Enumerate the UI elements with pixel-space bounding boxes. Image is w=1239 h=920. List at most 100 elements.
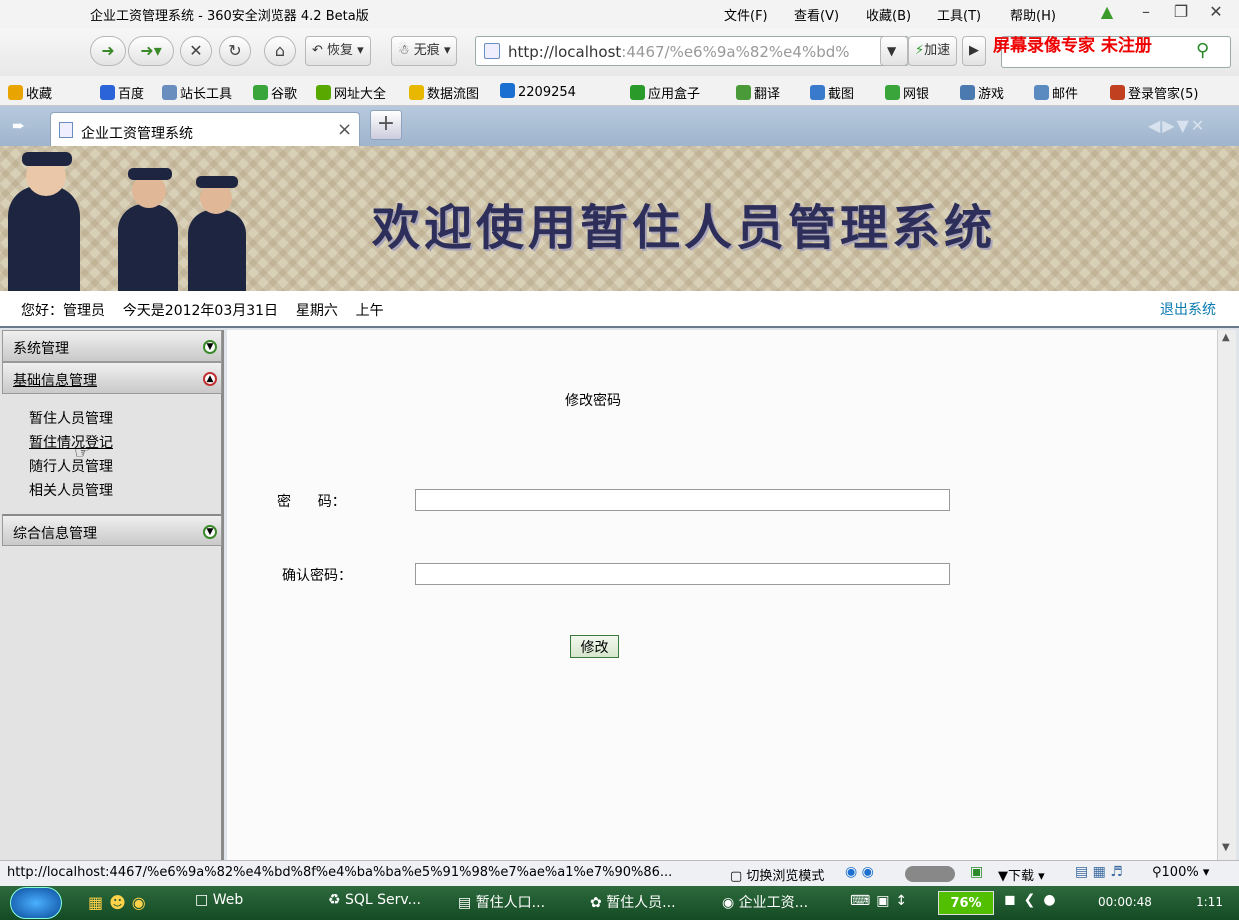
address-bar[interactable]: http://localhost:4467/%e6%9a%82%e4%bd% <box>475 36 909 66</box>
favorite-item[interactable]: 翻译 <box>736 83 780 102</box>
menu-tools[interactable]: 工具(T) <box>937 5 981 24</box>
speedup-button[interactable]: ⚡加速 <box>908 36 958 66</box>
switch-mode-label: 切换浏览模式 <box>746 869 825 884</box>
favorite-item[interactable]: 应用盒子 <box>630 83 700 102</box>
sidebar-item-related-persons[interactable]: 相关人员管理 <box>29 480 113 500</box>
incognito-button[interactable]: ☃ 无痕 ▾ <box>391 36 458 66</box>
play-icon[interactable]: ▶ <box>962 36 986 66</box>
forward-button[interactable]: ➜▾ <box>128 36 174 66</box>
expand-icon[interactable]: ▼ <box>203 525 217 539</box>
tab-title: 企业工资管理系统 <box>81 126 193 142</box>
tray-icons-2[interactable]: ◼❮● <box>1004 892 1064 908</box>
sidebar-toggle-icon[interactable]: ➨ <box>12 116 25 135</box>
back-button[interactable]: ➜ <box>90 36 126 66</box>
close-window-icon[interactable]: ✕ <box>1205 2 1227 22</box>
skin-icon[interactable]: ▲ <box>1096 2 1118 22</box>
section-comprehensive-info-management[interactable]: 综合信息管理 ▼ <box>2 514 222 546</box>
zoom-control[interactable]: ⚲100% ▾ <box>1152 865 1209 880</box>
taskbar-item-browser[interactable]: ◉ 企业工资... <box>722 892 808 916</box>
main-content: 修改密码 密 码： 确认密码： 修改 <box>227 330 1217 860</box>
favorite-item[interactable]: 游戏 <box>960 83 1004 102</box>
start-button[interactable] <box>10 887 62 919</box>
quicklaunch-icons[interactable]: ▦☻◉ <box>88 893 152 912</box>
speedup-label: 加速 <box>924 43 951 58</box>
box-icon <box>630 85 645 100</box>
taskbar-item-word-doc[interactable]: ▤ 暂住人口... <box>458 892 545 916</box>
favorite-item[interactable]: 2209254 <box>500 83 576 100</box>
favorite-item[interactable]: 谷歌 <box>253 83 297 102</box>
address-url: http://localhost:4467/%e6%9a%82%e4%bd% <box>508 43 850 61</box>
screenshot-icon <box>810 85 825 100</box>
tab-scroll-icons[interactable]: ◀▶▼✕ <box>1148 116 1206 135</box>
tab-page-icon <box>59 122 73 138</box>
status-url: http://localhost:4467/%e6%9a%82%e4%bd%8f… <box>7 865 673 880</box>
submit-button[interactable]: 修改 <box>570 635 619 658</box>
sidebar-item-residence-registration[interactable]: 暂住情况登记 <box>29 432 113 452</box>
menu-help[interactable]: 帮助(H) <box>1010 5 1056 24</box>
scroll-down-icon[interactable]: ▼ <box>1222 842 1230 853</box>
tray-icons[interactable]: ⌨▣↕ <box>850 893 913 909</box>
favorite-label: 收藏 <box>26 87 53 102</box>
favorite-label: 站长工具 <box>180 87 233 102</box>
favorite-item[interactable]: 截图 <box>810 83 854 102</box>
game-icon <box>960 85 975 100</box>
home-button[interactable]: ⌂ <box>264 36 296 66</box>
favorite-label: 应用盒子 <box>648 87 701 102</box>
minimize-icon[interactable]: – <box>1135 2 1157 22</box>
stop-button[interactable]: ✕ <box>180 36 212 66</box>
menu-favorites[interactable]: 收藏(B) <box>866 5 911 24</box>
menu-view[interactable]: 查看(V) <box>794 5 839 24</box>
switch-mode-button[interactable]: ▢ 切换浏览模式 <box>730 865 824 884</box>
favorite-item[interactable]: 登录管家(5) <box>1110 83 1198 102</box>
favorite-item[interactable]: 网址大全 <box>316 83 386 102</box>
section-label: 综合信息管理 <box>13 526 97 542</box>
vertical-scrollbar[interactable]: ▲ ▼ <box>1217 330 1236 860</box>
favorite-item[interactable]: 邮件 <box>1034 83 1078 102</box>
shield-icon[interactable]: ▣ <box>970 864 983 880</box>
restore-window-icon[interactable]: ❐ <box>1170 2 1192 22</box>
ie-icon[interactable]: ◉ ◉ <box>845 864 874 880</box>
tab-close-icon[interactable]: × <box>337 119 352 140</box>
refresh-button[interactable]: ↻ <box>219 36 251 66</box>
menu-file[interactable]: 文件(F) <box>724 5 768 24</box>
expand-icon[interactable]: ▼ <box>203 340 217 354</box>
section-system-management[interactable]: 系统管理 ▼ <box>2 330 222 362</box>
window-title: 企业工资管理系统 - 360安全浏览器 4.2 Beta版 <box>90 9 369 24</box>
favorite-label: 截图 <box>828 87 855 102</box>
zoom-label: 100% <box>1161 865 1199 880</box>
taskbar-item-web[interactable]: □ Web <box>195 892 243 916</box>
address-dropdown-icon[interactable]: ▼ <box>880 36 908 66</box>
search-icon[interactable]: ⚲ <box>1196 40 1209 61</box>
collapse-icon[interactable]: ▲ <box>203 372 217 386</box>
status-tool-icons[interactable]: ▤ ▦ ♬ <box>1075 864 1123 880</box>
bank-icon <box>885 85 900 100</box>
confirm-password-input[interactable] <box>415 563 950 585</box>
download-button[interactable]: ▼下载 ▾ <box>998 865 1045 884</box>
confirm-password-label: 确认密码： <box>282 568 352 584</box>
favorite-item[interactable]: 站长工具 <box>162 83 232 102</box>
logout-link[interactable]: 退出系统 <box>1160 299 1216 319</box>
password-input[interactable] <box>415 489 950 511</box>
taskbar-item-sql-server[interactable]: ♻ SQL Serv... <box>328 892 421 916</box>
taskbar: ▦☻◉ □ Web ♻ SQL Serv... ▤ 暂住人口... ✿ 暂住人员… <box>0 886 1239 920</box>
favorite-item[interactable]: 收藏 <box>8 83 52 102</box>
globe-icon <box>500 83 515 98</box>
sidebar-item-accompanying-persons[interactable]: 随行人员管理 <box>29 456 113 476</box>
restore-button[interactable]: ↶ 恢复 ▾ <box>305 36 371 66</box>
page-icon <box>162 85 177 100</box>
banner-title: 欢迎使用暂住人员管理系统 <box>372 200 997 256</box>
tab-active[interactable]: 企业工资管理系统 × <box>50 112 360 146</box>
section-basic-info-management[interactable]: 基础信息管理 ▲ <box>2 362 222 394</box>
favorite-label: 翻译 <box>754 87 781 102</box>
section-label: 系统管理 <box>13 341 69 357</box>
favorite-item[interactable]: 百度 <box>100 83 144 102</box>
new-tab-button[interactable]: + <box>370 110 402 140</box>
key-icon <box>1110 85 1125 100</box>
sidebar-item-temporary-residents[interactable]: 暂住人员管理 <box>29 408 113 428</box>
taskbar-item-residents[interactable]: ✿ 暂住人员... <box>590 892 676 916</box>
favorite-item[interactable]: 数据流图 <box>409 83 479 102</box>
favorite-label: 谷歌 <box>271 87 298 102</box>
toggle-icon[interactable] <box>905 866 955 882</box>
favorite-item[interactable]: 网银 <box>885 83 929 102</box>
scroll-up-icon[interactable]: ▲ <box>1222 332 1230 343</box>
